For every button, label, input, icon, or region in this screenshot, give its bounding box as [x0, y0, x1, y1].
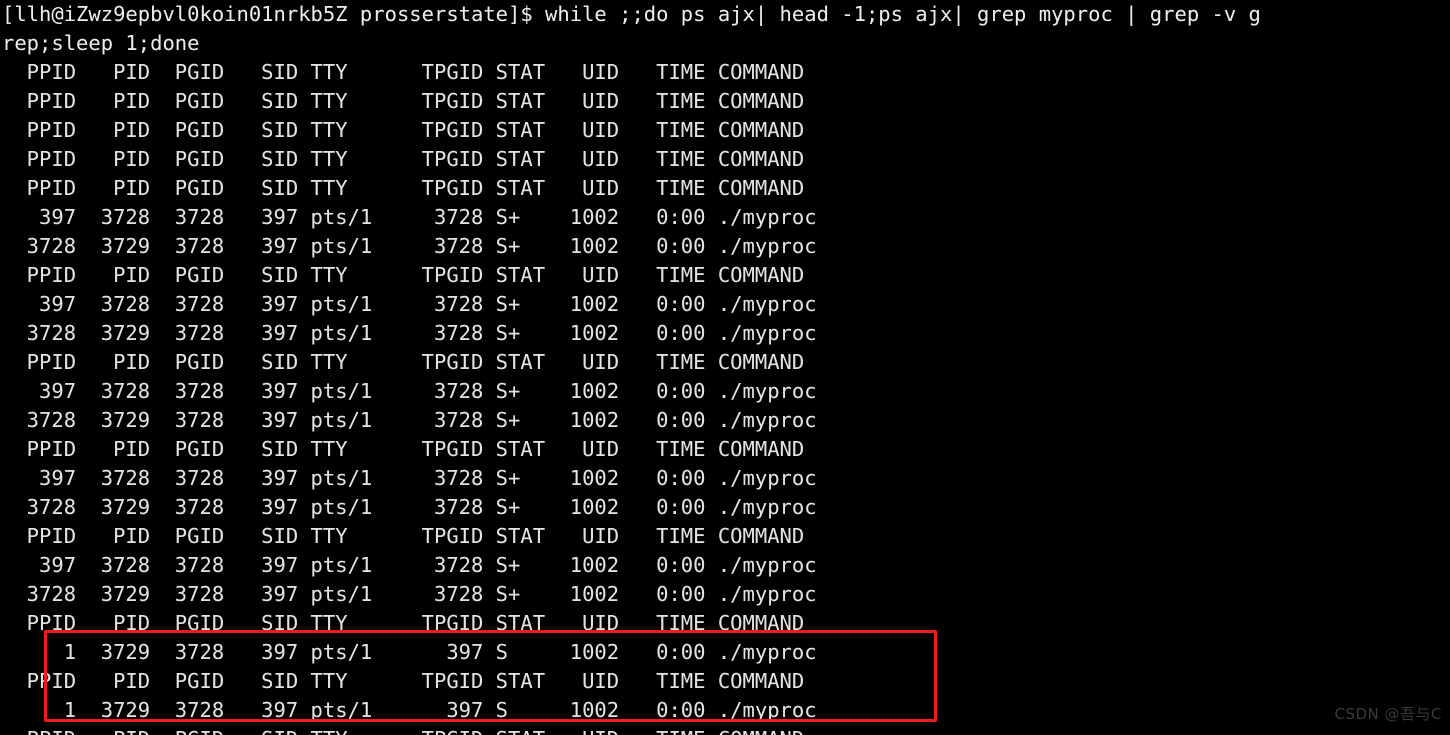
watermark-text: CSDN @吾与C	[1334, 705, 1442, 723]
terminal-line-data: 3728 3729 3728 397 pts/1 3728 S+ 1002 0:…	[2, 582, 817, 606]
terminal-output[interactable]: [llh@iZwz9epbvl0koin01nrkb5Z prosserstat…	[0, 0, 1450, 735]
terminal-line-prompt: rep;sleep 1;done	[2, 31, 200, 55]
terminal-line-data-highlight: 1 3729 3728 397 pts/1 397 S 1002 0:00 ./…	[2, 640, 817, 664]
terminal-line-data: 3728 3729 3728 397 pts/1 3728 S+ 1002 0:…	[2, 495, 817, 519]
terminal-line-data: 397 3728 3728 397 pts/1 3728 S+ 1002 0:0…	[2, 553, 817, 577]
terminal-line-data: 397 3728 3728 397 pts/1 3728 S+ 1002 0:0…	[2, 292, 817, 316]
terminal-line-header: PPID PID PGID SID TTY TPGID STAT UID TIM…	[2, 263, 805, 287]
terminal-line-header: PPID PID PGID SID TTY TPGID STAT UID TIM…	[2, 60, 805, 84]
terminal-line-data: 3728 3729 3728 397 pts/1 3728 S+ 1002 0:…	[2, 321, 817, 345]
terminal-line-header: PPID PID PGID SID TTY TPGID STAT UID TIM…	[2, 437, 805, 461]
terminal-line-header: PPID PID PGID SID TTY TPGID STAT UID TIM…	[2, 350, 805, 374]
terminal-line-data: 3728 3729 3728 397 pts/1 3728 S+ 1002 0:…	[2, 408, 817, 432]
terminal-line-data: 397 3728 3728 397 pts/1 3728 S+ 1002 0:0…	[2, 466, 817, 490]
terminal-line-data: 3728 3729 3728 397 pts/1 3728 S+ 1002 0:…	[2, 234, 817, 258]
terminal-line-header: PPID PID PGID SID TTY TPGID STAT UID TIM…	[2, 89, 805, 113]
terminal-line-header: PPID PID PGID SID TTY TPGID STAT UID TIM…	[2, 147, 805, 171]
terminal-window[interactable]: [llh@iZwz9epbvl0koin01nrkb5Z prosserstat…	[0, 0, 1450, 735]
terminal-line-header-highlight: PPID PID PGID SID TTY TPGID STAT UID TIM…	[2, 669, 805, 693]
terminal-line-header: PPID PID PGID SID TTY TPGID STAT UID TIM…	[2, 118, 805, 142]
terminal-line-header: PPID PID PGID SID TTY TPGID STAT UID TIM…	[0, 725, 1450, 735]
terminal-line-prompt: [llh@iZwz9epbvl0koin01nrkb5Z prosserstat…	[2, 2, 1261, 26]
terminal-line-header: PPID PID PGID SID TTY TPGID STAT UID TIM…	[2, 176, 805, 200]
terminal-line-data-highlight: 1 3729 3728 397 pts/1 397 S 1002 0:00 ./…	[2, 698, 817, 722]
terminal-line-data: 397 3728 3728 397 pts/1 3728 S+ 1002 0:0…	[2, 379, 817, 403]
terminal-line-header: PPID PID PGID SID TTY TPGID STAT UID TIM…	[2, 611, 805, 635]
terminal-line-header: PPID PID PGID SID TTY TPGID STAT UID TIM…	[2, 524, 805, 548]
terminal-line-data: 397 3728 3728 397 pts/1 3728 S+ 1002 0:0…	[2, 205, 817, 229]
